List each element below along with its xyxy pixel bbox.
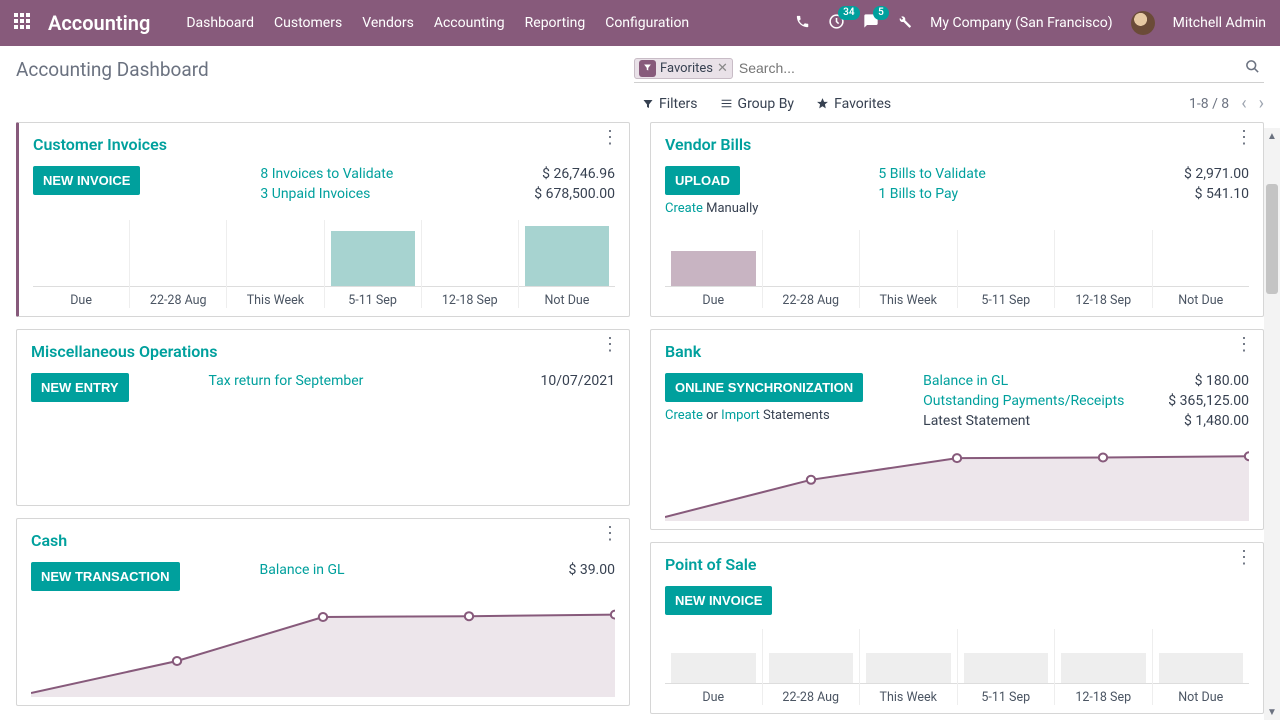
card-cash: Cash ⋮ NEW TRANSACTION Balance in GL $ 3… [16, 518, 630, 706]
nav-accounting[interactable]: Accounting [434, 15, 505, 31]
scroll-up-icon[interactable]: ▲ [1264, 128, 1280, 144]
bank-chart [665, 449, 1249, 521]
bank-latest-stmt-label: Latest Statement [923, 413, 1168, 429]
message-icon[interactable]: 5 [863, 13, 879, 33]
pager-prev[interactable]: ‹ [1241, 93, 1246, 114]
page-title: Accounting Dashboard [16, 58, 209, 81]
online-sync-button[interactable]: ONLINE SYNCHRONIZATION [665, 373, 863, 402]
bank-outstanding-amount: $ 365,125.00 [1168, 393, 1249, 409]
tax-return-link[interactable]: Tax return for September [209, 373, 541, 389]
apps-icon[interactable] [14, 13, 30, 34]
vendor-bills-chart: Due22-28 AugThis Week5-11 Sep12-18 SepNo… [665, 230, 1249, 308]
card-title[interactable]: Bank [665, 342, 1249, 361]
kebab-icon[interactable]: ⋮ [1235, 553, 1253, 563]
list-icon [720, 97, 733, 110]
brand[interactable]: Accounting [48, 11, 150, 35]
search-bar: Favorites ✕ [634, 56, 1264, 83]
kebab-icon[interactable]: ⋮ [601, 340, 619, 350]
card-title[interactable]: Miscellaneous Operations [31, 342, 615, 361]
filter-row: Filters Group By Favorites 1-8 / 8 ‹ › [0, 89, 1280, 122]
bank-latest-stmt-amount: $ 1,480.00 [1168, 413, 1249, 429]
pager-next[interactable]: › [1259, 93, 1264, 114]
nav-vendors[interactable]: Vendors [362, 15, 414, 31]
nav-right: 34 5 My Company (San Francisco) Mitchell… [795, 11, 1266, 35]
wrench-icon[interactable] [897, 14, 912, 33]
nav-customers[interactable]: Customers [274, 15, 342, 31]
clock-badge: 34 [838, 6, 859, 20]
unpaid-invoices-amount: $ 678,500.00 [534, 186, 615, 202]
pager-count: 1-8 / 8 [1189, 96, 1229, 112]
new-transaction-button[interactable]: NEW TRANSACTION [31, 562, 180, 591]
scrollbar[interactable]: ▲ ▼ [1264, 128, 1280, 720]
bills-to-validate-amount: $ 2,971.00 [1184, 166, 1249, 182]
unpaid-invoices-link[interactable]: 3 Unpaid Invoices [260, 186, 534, 202]
invoices-to-validate-link[interactable]: 8 Invoices to Validate [260, 166, 534, 182]
bank-create-link[interactable]: Create [665, 408, 703, 423]
kebab-icon[interactable]: ⋮ [1235, 340, 1253, 350]
card-title[interactable]: Cash [31, 531, 615, 550]
user-menu[interactable]: Mitchell Admin [1173, 15, 1266, 31]
card-vendor-bills: Vendor Bills ⋮ UPLOAD Create Manually 5 … [650, 122, 1264, 317]
customer-invoices-chart: Due22-28 AugThis Week5-11 Sep12-18 SepNo… [33, 220, 615, 308]
new-entry-button[interactable]: NEW ENTRY [31, 373, 129, 402]
cash-balance-amount: $ 39.00 [568, 562, 615, 578]
kebab-icon[interactable]: ⋮ [601, 133, 619, 143]
card-title[interactable]: Customer Invoices [33, 135, 615, 154]
scroll-down-icon[interactable]: ▼ [1264, 704, 1280, 720]
create-manually-link[interactable]: Create Manually [665, 201, 758, 216]
filters-button[interactable]: Filters [642, 96, 698, 112]
card-customer-invoices: Customer Invoices ⋮ NEW INVOICE 8 Invoic… [16, 122, 630, 317]
create-import-statements: Create or Import Statements [665, 408, 863, 423]
favorites-tag-label: Favorites [660, 61, 713, 76]
card-misc-operations: Miscellaneous Operations ⋮ NEW ENTRY Tax… [16, 329, 630, 506]
favorites-tag[interactable]: Favorites ✕ [634, 58, 733, 79]
subheader: Accounting Dashboard Favorites ✕ [0, 46, 1280, 89]
card-title[interactable]: Vendor Bills [665, 135, 1249, 154]
kebab-icon[interactable]: ⋮ [1235, 133, 1253, 143]
new-invoice-button[interactable]: NEW INVOICE [33, 166, 140, 195]
clock-icon[interactable]: 34 [828, 13, 845, 34]
col-right: Vendor Bills ⋮ UPLOAD Create Manually 5 … [650, 122, 1264, 706]
tax-return-date: 10/07/2021 [541, 373, 616, 389]
kebab-icon[interactable]: ⋮ [601, 529, 619, 539]
search-input[interactable] [733, 56, 1241, 80]
phone-icon[interactable] [795, 14, 810, 33]
col-left: Customer Invoices ⋮ NEW INVOICE 8 Invoic… [16, 122, 630, 706]
pos-chart: Due22-28 AugThis Week5-11 Sep12-18 SepNo… [665, 629, 1249, 705]
groupby-button[interactable]: Group By [720, 96, 795, 112]
filter-icon [639, 60, 656, 77]
pos-new-invoice-button[interactable]: NEW INVOICE [665, 586, 772, 615]
card-title[interactable]: Point of Sale [665, 555, 1249, 574]
favorites-button[interactable]: Favorites [816, 96, 891, 112]
star-icon [816, 97, 829, 110]
bank-balance-amount: $ 180.00 [1168, 373, 1249, 389]
bills-to-pay-amount: $ 541.10 [1184, 186, 1249, 202]
invoices-to-validate-amount: $ 26,746.96 [534, 166, 615, 182]
pager: 1-8 / 8 ‹ › [1189, 93, 1264, 114]
close-icon[interactable]: ✕ [717, 61, 728, 76]
bank-balance-link[interactable]: Balance in GL [923, 373, 1168, 389]
nav-menu: Dashboard Customers Vendors Accounting R… [186, 15, 689, 31]
message-badge: 5 [873, 6, 889, 20]
search-icon[interactable] [1241, 59, 1264, 78]
cash-chart [31, 607, 615, 697]
company-switcher[interactable]: My Company (San Francisco) [930, 15, 1112, 31]
content: Customer Invoices ⋮ NEW INVOICE 8 Invoic… [0, 122, 1280, 722]
bills-to-validate-link[interactable]: 5 Bills to Validate [878, 166, 1184, 182]
bank-import-link[interactable]: Import [721, 408, 760, 423]
nav-reporting[interactable]: Reporting [525, 15, 586, 31]
cash-balance-link[interactable]: Balance in GL [260, 562, 569, 578]
upload-button[interactable]: UPLOAD [665, 166, 740, 195]
bills-to-pay-link[interactable]: 1 Bills to Pay [878, 186, 1184, 202]
bank-outstanding-link[interactable]: Outstanding Payments/Receipts [923, 393, 1168, 409]
funnel-icon [642, 98, 654, 110]
top-nav: Accounting Dashboard Customers Vendors A… [0, 0, 1280, 46]
card-bank: Bank ⋮ ONLINE SYNCHRONIZATION Create or … [650, 329, 1264, 530]
nav-dashboard[interactable]: Dashboard [186, 15, 254, 31]
card-point-of-sale: Point of Sale ⋮ NEW INVOICE Due22-28 Aug… [650, 542, 1264, 714]
nav-configuration[interactable]: Configuration [605, 15, 689, 31]
scroll-thumb[interactable] [1266, 184, 1278, 294]
avatar[interactable] [1131, 11, 1155, 35]
